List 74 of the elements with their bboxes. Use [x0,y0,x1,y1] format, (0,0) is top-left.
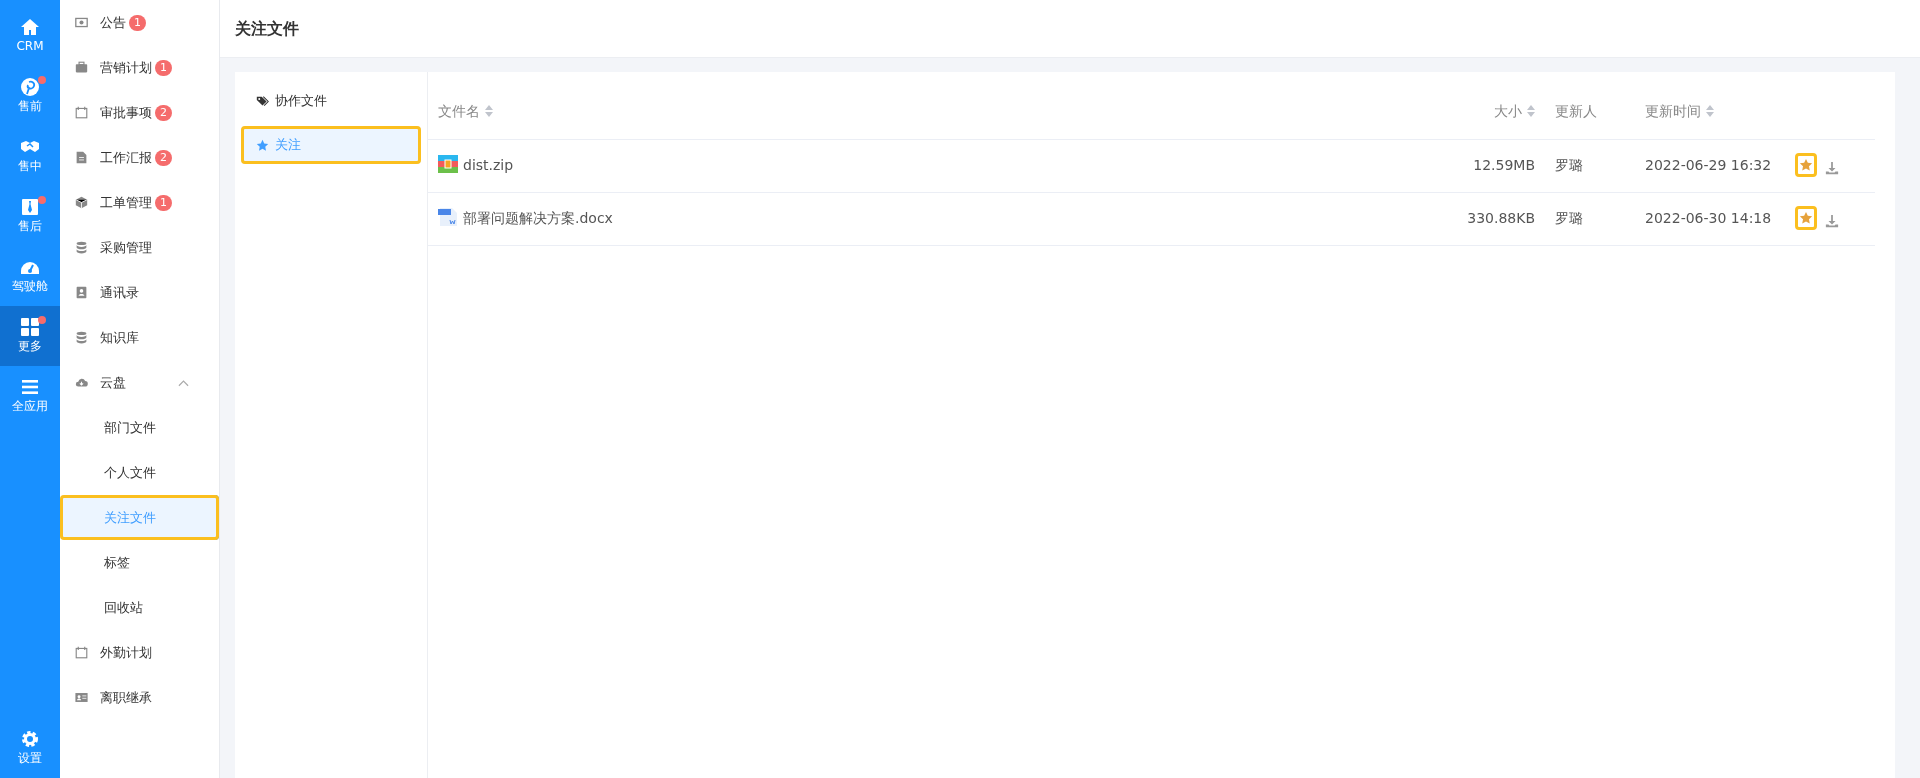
archive-file-icon [438,155,458,173]
updater-name: 罗璐 [1545,139,1635,192]
file-name-link[interactable]: dist.zip [463,157,514,173]
favorite-star-icon[interactable] [1799,211,1813,225]
sidebar-item[interactable]: 营销计划 1 [60,45,219,90]
file-size: 330.88KB [1435,192,1545,245]
sidebar-item[interactable]: 工单管理 1 [60,180,219,225]
count-badge: 1 [155,194,172,211]
sidebar-subitem[interactable]: 回收站 [60,585,219,630]
document-icon [75,151,88,164]
updater-name: 罗璐 [1545,192,1635,245]
sort-icon[interactable] [485,104,493,117]
sidebar-item-label: 采购管理 [100,238,152,257]
sidebar-item[interactable]: 审批事项 2 [60,90,219,135]
rail-nav-item[interactable]: 更多 [0,306,60,366]
tags-icon [256,94,269,108]
column-header[interactable]: 文件名 [428,84,1435,139]
sidebar-item[interactable]: 外勤计划 [60,630,219,675]
column-header[interactable]: 更新时间 [1635,84,1785,139]
menu-icon [20,377,40,397]
pin-icon [20,77,40,97]
document-file-icon [438,208,458,226]
column-header[interactable]: 大小 [1435,84,1545,139]
sidebar-item-label: 通讯录 [100,283,139,302]
sidebar-item[interactable]: 离职继承 [60,675,219,720]
sidebar-item-label: 审批事项 [100,103,152,122]
file-tab[interactable]: 协作文件 [241,82,421,120]
file-size: 12.59MB [1435,139,1545,192]
sidebar-item[interactable]: 工作汇报 2 [60,135,219,180]
contact-book-icon [75,286,88,299]
count-badge: 1 [155,59,172,76]
download-icon[interactable] [1825,214,1839,228]
download-icon[interactable] [1825,161,1839,175]
column-header: 更新人 [1545,84,1635,139]
sidebar-item-label: 离职继承 [100,688,152,707]
home-icon [20,17,40,37]
settings-icon [20,729,40,749]
calendar-icon [75,106,88,119]
cube-icon [75,196,88,209]
sidebar-subitem[interactable]: 个人文件 [60,450,219,495]
sidebar-item-label: 知识库 [100,328,139,347]
database-icon [75,331,88,344]
sidebar-item[interactable]: 采购管理 [60,225,219,270]
sort-icon[interactable] [1706,104,1714,117]
banknote-icon [75,16,88,29]
cloud-icon [75,376,88,389]
update-time: 2022-06-29 16:32 [1635,139,1785,192]
sort-icon[interactable] [1527,104,1535,117]
id-card-icon [75,691,88,704]
briefcase-icon [75,61,88,74]
sidebar-item-label: 工单管理 [100,193,152,212]
star-icon [256,138,269,152]
sidebar-item-label: 外勤计划 [100,643,152,662]
calendar-icon [75,646,88,659]
sidebar-item-label: 公告 [100,13,126,32]
sidebar-subitem[interactable]: 部门文件 [60,405,219,450]
count-badge: 1 [129,14,146,31]
update-time: 2022-06-30 14:18 [1635,192,1785,245]
database-icon [75,241,88,254]
sidebar-item[interactable]: 通讯录 [60,270,219,315]
sidebar-item[interactable]: 知识库 [60,315,219,360]
count-badge: 2 [155,104,172,121]
sidebar-subitem[interactable]: 标签 [60,540,219,585]
file-name-link[interactable]: 部署问题解决方案.docx [463,210,613,226]
page-title: 关注文件 [220,0,1920,58]
sidebar-item-label: 营销计划 [100,58,152,77]
favorite-star-icon[interactable] [1799,158,1813,172]
sidebar-item[interactable]: 公告 1 [60,0,219,45]
tie-icon [20,197,40,217]
sidebar-item-label: 工作汇报 [100,148,152,167]
sidebar-item[interactable]: 云盘 [60,360,219,405]
grid-icon [20,317,40,337]
count-badge: 2 [155,149,172,166]
sidebar-item-label: 云盘 [100,373,126,392]
